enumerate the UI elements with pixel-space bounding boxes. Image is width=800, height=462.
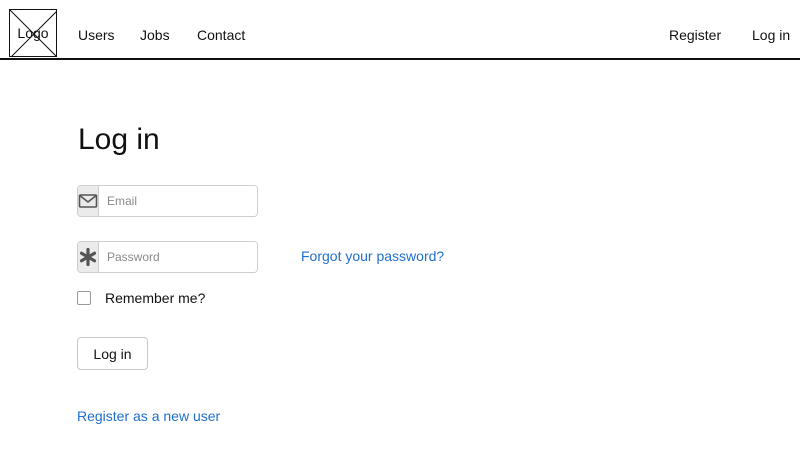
envelope-icon — [78, 186, 99, 216]
logo[interactable]: Logo — [9, 9, 57, 57]
remember-me-checkbox[interactable] — [77, 291, 91, 305]
logo-text: Logo — [17, 25, 49, 41]
login-button[interactable]: Log in — [77, 337, 148, 370]
email-input-group — [77, 185, 258, 217]
nav-link-users[interactable]: Users — [78, 26, 115, 44]
password-input-group — [77, 241, 258, 273]
password-field[interactable] — [99, 242, 257, 272]
page-title: Log in — [78, 123, 160, 156]
top-navbar: Logo Users Jobs Contact Register Log in — [0, 0, 800, 60]
remember-me-row: Remember me? — [77, 289, 205, 307]
asterisk-icon — [78, 242, 99, 272]
nav-link-register[interactable]: Register — [669, 26, 721, 44]
nav-link-login[interactable]: Log in — [752, 26, 790, 44]
nav-link-jobs[interactable]: Jobs — [140, 26, 170, 44]
remember-me-label: Remember me? — [105, 290, 206, 306]
nav-link-contact[interactable]: Contact — [197, 26, 245, 44]
email-field[interactable] — [99, 186, 257, 216]
register-new-user-link[interactable]: Register as a new user — [77, 407, 220, 425]
forgot-password-link[interactable]: Forgot your password? — [301, 247, 444, 265]
